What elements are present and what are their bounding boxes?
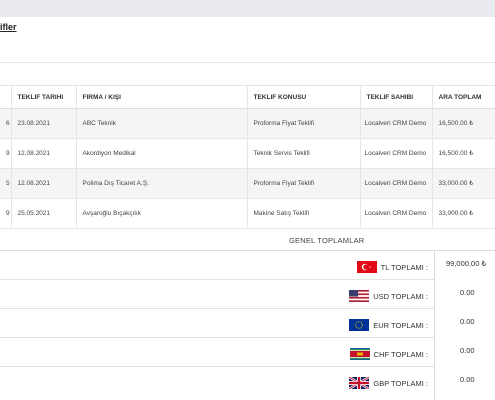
column-header-company[interactable]: FIRMA / KIŞI	[75, 86, 247, 109]
subject-cell[interactable]: Proforma Fiyat Teklifi	[246, 108, 360, 139]
uk-flag-icon	[349, 377, 370, 389]
table-row[interactable]: 9 25.05.2021 Avşaroğlu Bıçakçılık Makine…	[0, 198, 495, 229]
company-cell[interactable]: Akordiyon Medikal	[75, 138, 247, 169]
totals-title: GENEL TOPLAMLAR	[289, 236, 365, 245]
total-value: 0.00	[460, 375, 475, 384]
total-value: 0.00	[460, 288, 475, 297]
total-label: EUR TOPLAMI :	[373, 320, 428, 330]
page-title-link[interactable]: ifler	[0, 22, 17, 32]
total-row-gbp: GBP TOPLAMI :	[0, 367, 434, 396]
swiss-flag-icon	[349, 348, 370, 360]
company-cell[interactable]: ABC Teknik	[75, 108, 247, 139]
quote-no-cell: 9	[0, 138, 11, 169]
column-header[interactable]	[0, 86, 11, 109]
company-cell[interactable]: Polima Dış Ticaret A.Ş.	[75, 168, 247, 199]
owner-cell: Localveri CRM Demo	[359, 108, 432, 139]
quote-date-cell: 12.08.2021	[10, 138, 76, 169]
company-cell[interactable]: Avşaroğlu Bıçakçılık	[75, 198, 247, 229]
quote-no-cell: 9	[0, 198, 11, 229]
quote-date-cell: 12.08.2021	[10, 168, 76, 199]
total-label: TL TOPLAMI :	[380, 262, 428, 272]
divider	[0, 62, 495, 63]
owner-cell: Localveri CRM Demo	[359, 198, 432, 229]
subject-cell[interactable]: Makine Satış Teklifi	[246, 198, 360, 229]
total-row-tl: TL TOPLAMI :	[0, 251, 434, 280]
owner-cell: Localveri CRM Demo	[359, 168, 432, 199]
owner-cell: Localveri CRM Demo	[359, 138, 432, 169]
divider	[434, 250, 435, 400]
subtotal-cell: 33,000.00 ₺	[431, 168, 495, 199]
total-label: USD TOPLAMI :	[373, 291, 428, 301]
subject-cell[interactable]: Proforma Fiyat Teklifi	[246, 168, 360, 199]
total-row-chf: CHF TOPLAMI :	[0, 338, 434, 367]
eu-flag-icon	[349, 319, 370, 331]
usa-flag-icon	[349, 290, 370, 302]
quote-date-cell: 25.05.2021	[10, 198, 76, 229]
subtotal-cell: 16,500.00 ₺	[431, 108, 495, 139]
quote-no-cell: 6	[0, 108, 11, 139]
quotes-table-wrapper: TEKLIF TARIHI FIRMA / KIŞI TEKLIF KONUSU…	[0, 86, 495, 229]
table-row[interactable]: 6 23.08.2021 ABC Teknik Proforma Fiyat T…	[0, 108, 495, 139]
total-value: 0.00	[460, 317, 475, 326]
table-row[interactable]: 5 12.08.2021 Polima Dış Ticaret A.Ş. Pro…	[0, 168, 495, 199]
subtotal-cell: 16,500.00 ₺	[431, 138, 495, 169]
total-label: GBP TOPLAMI :	[373, 378, 428, 388]
total-label: CHF TOPLAMI :	[373, 349, 428, 359]
column-header-date[interactable]: TEKLIF TARIHI	[10, 86, 76, 109]
column-header-subject[interactable]: TEKLIF KONUSU	[246, 86, 360, 109]
total-row-usd: USD TOPLAMI :	[0, 280, 434, 309]
turkey-flag-icon	[356, 261, 377, 273]
total-row-eur: EUR TOPLAMI :	[0, 309, 434, 338]
table-header-row: TEKLIF TARIHI FIRMA / KIŞI TEKLIF KONUSU…	[0, 86, 495, 109]
column-header-subtotal[interactable]: ARA TOPLAM	[431, 86, 495, 109]
column-header-owner[interactable]: TEKLIF SAHIBI	[359, 86, 432, 109]
quote-date-cell: 23.08.2021	[10, 108, 76, 139]
top-bar	[0, 0, 495, 17]
subject-cell[interactable]: Teknik Servis Teklifi	[246, 138, 360, 169]
table-row[interactable]: 9 12.08.2021 Akordiyon Medikal Teknik Se…	[0, 138, 495, 169]
total-value: 99,000.00 ₺	[446, 259, 487, 268]
quotes-table: TEKLIF TARIHI FIRMA / KIŞI TEKLIF KONUSU…	[0, 86, 495, 229]
subtotal-cell: 33,000.00 ₺	[431, 198, 495, 229]
total-value: 0.00	[460, 346, 475, 355]
quote-no-cell: 5	[0, 168, 11, 199]
